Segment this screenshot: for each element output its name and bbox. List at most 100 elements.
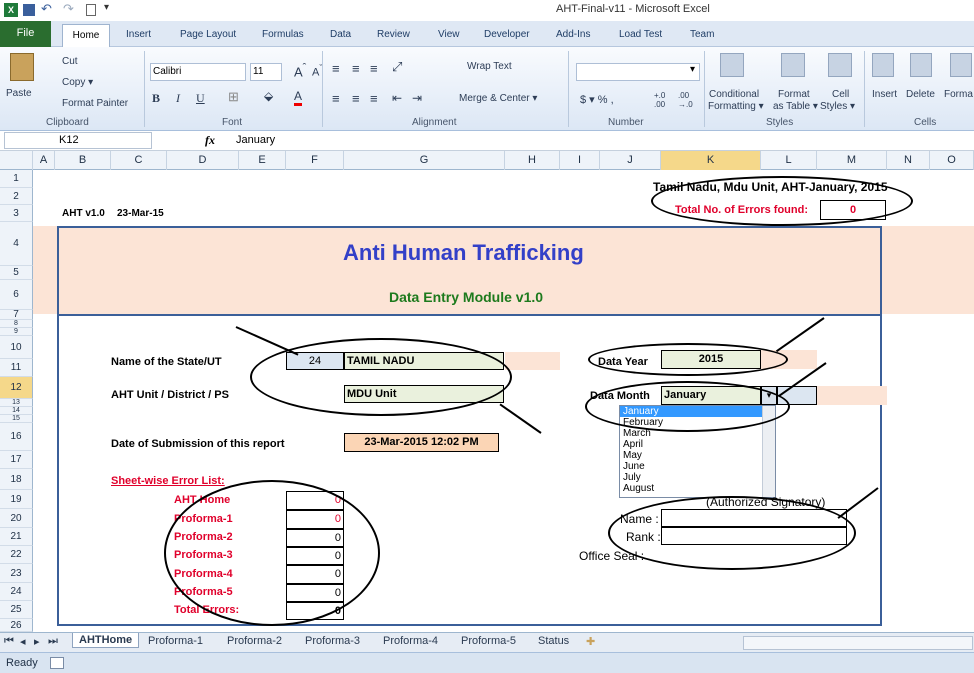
col-header-o[interactable]: O xyxy=(930,151,974,170)
tab-formulas[interactable]: Formulas xyxy=(262,29,304,40)
conditional-formatting-icon[interactable] xyxy=(720,53,744,77)
month-option[interactable]: July xyxy=(620,472,775,483)
row-header[interactable]: 15 xyxy=(0,415,33,423)
align-center-icon[interactable]: ≡ xyxy=(352,91,360,106)
tab-load-test[interactable]: Load Test xyxy=(619,29,662,40)
name-box[interactable]: K12 xyxy=(4,132,152,149)
accounting-format-button[interactable]: $ ▾ % , xyxy=(580,93,614,106)
orientation-icon[interactable]: ⤢ xyxy=(392,59,402,75)
tab-developer[interactable]: Developer xyxy=(484,29,530,40)
format-cells-button[interactable]: Forma xyxy=(944,89,973,100)
row-header[interactable]: 6 xyxy=(0,280,33,310)
horizontal-scrollbar[interactable] xyxy=(743,636,973,650)
row-header[interactable]: 18 xyxy=(0,469,33,490)
row-header[interactable]: 21 xyxy=(0,528,33,546)
grow-font-icon[interactable]: Aˆ xyxy=(294,62,306,79)
undo-icon[interactable]: ↶ xyxy=(41,1,52,17)
col-header-e[interactable]: E xyxy=(239,151,286,170)
insert-cells-icon[interactable] xyxy=(872,53,894,77)
col-header-h[interactable]: H xyxy=(505,151,560,170)
sheet-tab-proforma-4[interactable]: Proforma-4 xyxy=(383,635,438,647)
col-header-f[interactable]: F xyxy=(286,151,344,170)
paste-button[interactable]: Paste xyxy=(6,88,32,99)
paste-icon[interactable] xyxy=(10,53,34,81)
date-field[interactable]: 23-Mar-2015 12:02 PM xyxy=(344,433,499,452)
align-right-icon[interactable]: ≡ xyxy=(370,91,378,106)
row-header[interactable]: 14 xyxy=(0,407,33,415)
col-header-m[interactable]: M xyxy=(817,151,887,170)
row-header[interactable]: 20 xyxy=(0,509,33,528)
sheet-tab-proforma-5[interactable]: Proforma-5 xyxy=(461,635,516,647)
row-header[interactable]: 23 xyxy=(0,564,33,583)
row-header[interactable]: 5 xyxy=(0,266,33,280)
sheet-tab-ahthome[interactable]: AHTHome xyxy=(72,633,140,648)
cell-styles-sub[interactable]: Styles ▾ xyxy=(820,101,855,112)
row-header[interactable]: 19 xyxy=(0,490,33,509)
col-header-c[interactable]: C xyxy=(111,151,167,170)
row-header[interactable]: 22 xyxy=(0,546,33,564)
tab-view[interactable]: View xyxy=(438,29,460,40)
format-as-table-sub[interactable]: as Table ▾ xyxy=(773,101,818,112)
decrease-indent-icon[interactable]: ⇤ xyxy=(392,91,402,105)
sheet-tab-proforma-3[interactable]: Proforma-3 xyxy=(305,635,360,647)
col-header-a[interactable]: A xyxy=(33,151,55,170)
format-table-icon[interactable] xyxy=(781,53,805,77)
increase-decimal-icon[interactable]: +.0.00 xyxy=(654,91,665,109)
align-middle-icon[interactable]: ≡ xyxy=(352,61,360,76)
font-size-select[interactable]: 11 xyxy=(250,63,282,81)
month-option[interactable]: June xyxy=(620,461,775,472)
col-header-n[interactable]: N xyxy=(887,151,930,170)
row-header[interactable]: 3 xyxy=(0,205,33,222)
first-sheet-icon[interactable]: ⏮ xyxy=(4,635,14,648)
format-as-table-button[interactable]: Format xyxy=(778,89,810,100)
wrap-text-button[interactable]: Wrap Text xyxy=(467,61,512,72)
underline-icon[interactable]: U xyxy=(196,91,205,106)
col-header-g[interactable]: G xyxy=(344,151,505,170)
bold-icon[interactable]: B xyxy=(152,91,160,106)
col-header-i[interactable]: I xyxy=(560,151,600,170)
tab-team[interactable]: Team xyxy=(690,29,714,40)
tab-file[interactable]: File xyxy=(0,21,51,47)
conditional-formatting-button[interactable]: Conditional xyxy=(709,89,759,100)
tab-insert[interactable]: Insert xyxy=(126,29,151,40)
conditional-formatting-sub[interactable]: Formatting ▾ xyxy=(708,101,764,112)
font-name-select[interactable]: Calibri xyxy=(150,63,246,81)
tab-home[interactable]: Home xyxy=(62,24,110,47)
row-header[interactable]: 12 xyxy=(0,377,33,399)
row-header[interactable]: 26 xyxy=(0,619,33,632)
italic-icon[interactable]: I xyxy=(176,91,180,106)
cell-styles-icon[interactable] xyxy=(828,53,852,77)
fill-color-icon[interactable]: ⬙ xyxy=(264,89,273,103)
tab-review[interactable]: Review xyxy=(377,29,410,40)
align-left-icon[interactable]: ≡ xyxy=(332,91,340,106)
customize-icon[interactable]: ▾ xyxy=(104,2,109,13)
fx-icon[interactable]: fx xyxy=(205,133,215,148)
tab-add-ins[interactable]: Add-Ins xyxy=(556,29,590,40)
col-header-b[interactable]: B xyxy=(55,151,111,170)
col-header-d[interactable]: D xyxy=(167,151,239,170)
sheet-tab-proforma-2[interactable]: Proforma-2 xyxy=(227,635,282,647)
row-header[interactable]: 7 xyxy=(0,309,33,320)
col-header-k[interactable]: K xyxy=(661,151,761,170)
macro-record-icon[interactable] xyxy=(50,657,64,669)
row-header[interactable]: 1 xyxy=(0,170,33,188)
month-option[interactable]: April xyxy=(620,439,775,450)
row-header[interactable]: 16 xyxy=(0,423,33,451)
format-cells-icon[interactable] xyxy=(950,53,972,77)
month-option[interactable]: August xyxy=(620,483,775,494)
delete-cells-icon[interactable] xyxy=(910,53,932,77)
excel-icon[interactable]: X xyxy=(4,3,18,17)
formula-input[interactable]: January xyxy=(236,134,275,146)
increase-indent-icon[interactable]: ⇥ xyxy=(412,91,422,105)
prev-sheet-icon[interactable]: ◂ xyxy=(20,635,26,648)
row-header[interactable]: 11 xyxy=(0,359,33,377)
row-header[interactable]: 4 xyxy=(0,222,33,266)
sheet-tab-status[interactable]: Status xyxy=(538,635,569,647)
row-header[interactable]: 24 xyxy=(0,583,33,601)
row-header[interactable]: 8 xyxy=(0,320,33,328)
font-color-icon[interactable]: A xyxy=(294,89,303,106)
tab-data[interactable]: Data xyxy=(330,29,351,40)
cut-button[interactable]: Cut xyxy=(62,56,78,67)
borders-icon[interactable]: ⊞ xyxy=(228,89,239,105)
last-sheet-icon[interactable]: ⏭ xyxy=(48,635,58,648)
